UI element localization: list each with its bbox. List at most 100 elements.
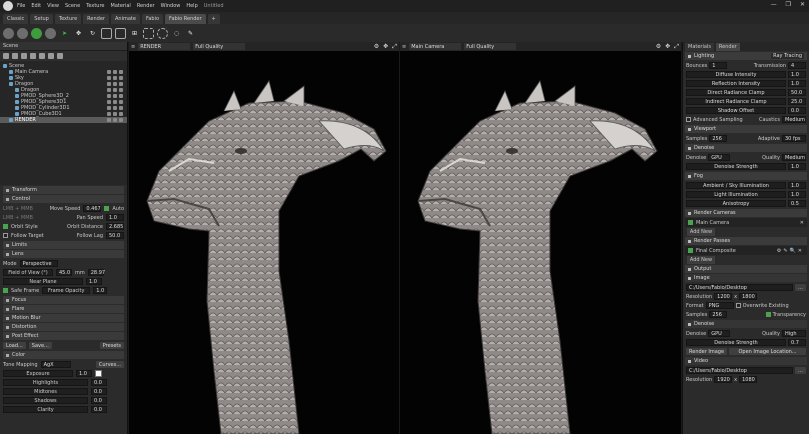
- video-height-field[interactable]: 1080: [739, 376, 758, 383]
- format-select[interactable]: PNG: [705, 302, 734, 309]
- section-focus[interactable]: Focus: [3, 296, 124, 304]
- tab-materials[interactable]: Materials: [685, 43, 714, 51]
- midtones-field[interactable]: 0.0: [91, 388, 107, 395]
- viewport-main-camera[interactable]: ≡ Main Camera Full Quality ⚙ ✥ ⤢: [400, 42, 681, 434]
- scale-tool-icon[interactable]: [101, 27, 112, 39]
- section-denoise[interactable]: Denoise: [685, 144, 807, 152]
- anisotropy-field[interactable]: 0.5: [788, 200, 806, 207]
- lasso-tool-icon[interactable]: ◌: [171, 28, 182, 39]
- group-icon[interactable]: [30, 53, 36, 59]
- select-rect-tool-icon[interactable]: [143, 27, 154, 39]
- output-denoise-strength-slider[interactable]: Denoise Strength: [686, 339, 786, 346]
- denoise-strength-field[interactable]: 1.0: [788, 163, 806, 170]
- add-tab-button[interactable]: +: [207, 14, 220, 24]
- frame-opacity-field[interactable]: 1.0: [93, 287, 108, 294]
- tone-mapping-select[interactable]: AgX: [40, 361, 71, 368]
- safe-frame-checkbox[interactable]: [3, 288, 8, 293]
- menu-render[interactable]: Render: [137, 3, 155, 9]
- menu-view[interactable]: View: [47, 3, 59, 9]
- viewport-quality-select[interactable]: Full Quality: [464, 43, 517, 50]
- output-quality-select[interactable]: High: [782, 330, 806, 337]
- light-illumination-slider[interactable]: Light Illumination: [686, 191, 786, 198]
- shadow-offset-slider[interactable]: Shadow Offset: [686, 107, 786, 114]
- denoise-strength-slider[interactable]: Denoise Strength: [686, 163, 786, 170]
- presets-button[interactable]: Presets: [99, 342, 124, 349]
- follow-lag-field[interactable]: 50.0: [106, 232, 124, 239]
- add-object-icon[interactable]: [3, 53, 9, 59]
- highlights-slider[interactable]: Highlights: [3, 379, 88, 386]
- tab-render[interactable]: Render: [83, 14, 109, 24]
- exposure-color-swatch[interactable]: [95, 370, 102, 377]
- mode-select[interactable]: Perspective: [19, 260, 58, 267]
- menu-edit[interactable]: Edit: [31, 3, 41, 9]
- direct-clamp-field[interactable]: 50.0: [788, 89, 806, 96]
- visibility-icons[interactable]: [107, 94, 123, 98]
- exposure-field[interactable]: 1.0: [76, 370, 92, 377]
- browse-button[interactable]: …: [795, 284, 806, 291]
- section-control[interactable]: Control: [3, 195, 124, 203]
- viewport-camera-select[interactable]: RENDER: [138, 43, 191, 50]
- maximize-button[interactable]: ❐: [786, 1, 791, 8]
- minimize-button[interactable]: —: [771, 1, 777, 8]
- menu-texture[interactable]: Texture: [86, 3, 104, 9]
- render-camera-item[interactable]: Main Camera ✕: [685, 218, 807, 227]
- delete-icon[interactable]: [48, 53, 54, 59]
- section-render-passes[interactable]: Render Passes: [685, 237, 807, 245]
- tab-classic[interactable]: Classic: [3, 14, 29, 24]
- anisotropy-slider[interactable]: Anisotropy: [686, 200, 786, 207]
- section-output-denoise[interactable]: Denoise: [685, 320, 807, 328]
- expand-icon[interactable]: ⤢: [392, 43, 397, 51]
- samples-field[interactable]: 256: [709, 135, 728, 142]
- pen-tool-icon[interactable]: ✎: [185, 28, 196, 39]
- move-view-icon[interactable]: ✥: [383, 43, 388, 51]
- visibility-icons[interactable]: [107, 88, 123, 92]
- midtones-slider[interactable]: Midtones: [3, 388, 88, 395]
- sphere-tool-icon[interactable]: [3, 27, 14, 39]
- direct-clamp-slider[interactable]: Direct Radiance Clamp: [686, 89, 786, 96]
- section-motion-blur[interactable]: Motion Blur: [3, 314, 124, 322]
- transparency-checkbox[interactable]: [765, 312, 771, 317]
- section-color[interactable]: Color: [3, 351, 124, 359]
- pass-actions-icons[interactable]: ⚙✎🔍✕: [777, 248, 804, 254]
- shadows-slider[interactable]: Shadows: [3, 397, 88, 404]
- move-speed-field[interactable]: 0.467: [83, 205, 102, 212]
- visibility-icons[interactable]: [107, 82, 123, 86]
- sculpt-tool-icon[interactable]: [17, 27, 28, 39]
- camera-icon[interactable]: [21, 53, 27, 59]
- tab-setup[interactable]: Setup: [30, 14, 53, 24]
- exposure-slider[interactable]: Exposure: [3, 370, 73, 377]
- mm-field[interactable]: 28.97: [87, 269, 105, 276]
- viewport-camera-select[interactable]: Main Camera: [409, 43, 462, 50]
- tab-fabio-render[interactable]: Fabio Render: [165, 14, 206, 24]
- tab-fabio[interactable]: Fabio: [141, 14, 164, 24]
- tab-render-settings[interactable]: Render: [715, 43, 740, 51]
- bounces-field[interactable]: 1: [709, 62, 728, 69]
- section-flare[interactable]: Flare: [3, 305, 124, 313]
- near-plane-field[interactable]: 1.0: [86, 278, 102, 285]
- image-path-field[interactable]: C:/Users/Fabio/Desktop: [686, 284, 793, 291]
- advanced-sampling-checkbox[interactable]: [686, 117, 691, 122]
- render-camera-checkbox[interactable]: [688, 220, 693, 225]
- frame-opacity-slider[interactable]: Frame Opacity: [42, 287, 91, 294]
- settings-icon[interactable]: ⚙: [374, 43, 379, 51]
- section-output[interactable]: Output: [685, 265, 807, 273]
- ambient-slider[interactable]: Ambient / Sky Illumination: [686, 182, 786, 189]
- transform-tool-icon[interactable]: [115, 27, 126, 39]
- remove-icon[interactable]: ✕: [800, 220, 804, 226]
- video-path-field[interactable]: C:/Users/Fabio/Desktop: [686, 367, 793, 374]
- section-distortion[interactable]: Distortion: [3, 323, 124, 331]
- section-video[interactable]: Video: [685, 357, 807, 365]
- ambient-field[interactable]: 1.0: [788, 182, 806, 189]
- caustics-select[interactable]: Medium: [782, 116, 806, 123]
- section-fog[interactable]: Fog: [685, 172, 807, 180]
- viewport-main-camera-canvas[interactable]: [400, 51, 681, 434]
- viewport-quality-select[interactable]: Full Quality: [193, 43, 246, 50]
- orbit-style-checkbox[interactable]: [3, 224, 8, 229]
- clarity-slider[interactable]: Clarity: [3, 406, 88, 413]
- reflection-intensity-slider[interactable]: Reflection Intensity: [686, 80, 786, 87]
- output-denoise-strength-field[interactable]: 0.7: [788, 339, 806, 346]
- light-icon[interactable]: [12, 53, 18, 59]
- auto-checkbox[interactable]: [104, 206, 110, 211]
- render-image-button[interactable]: Render Image: [686, 348, 728, 355]
- render-pass-checkbox[interactable]: [688, 248, 693, 253]
